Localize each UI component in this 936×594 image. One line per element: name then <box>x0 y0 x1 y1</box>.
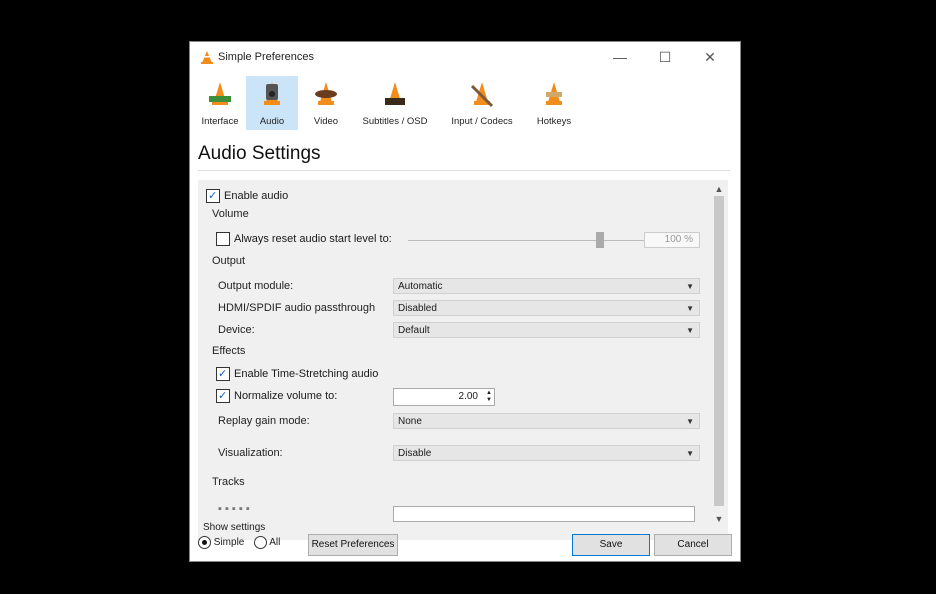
tab-video[interactable]: Video <box>304 76 348 130</box>
chevron-down-icon: ▼ <box>686 304 694 313</box>
preferences-window: Simple Preferences — ☐ ✕ Interface Audio… <box>190 42 740 561</box>
save-button[interactable]: Save <box>572 534 650 556</box>
simple-radio-label: Simple <box>213 537 245 549</box>
device-value: Default <box>398 325 430 336</box>
tab-hotkeys[interactable]: Hotkeys <box>528 76 580 130</box>
tab-subtitles-label: Subtitles / OSD <box>362 116 428 127</box>
vlc-cone-icon <box>201 51 213 64</box>
visualization-label: Visualization: <box>218 447 283 459</box>
replay-gain-label: Replay gain mode: <box>218 415 310 427</box>
scrollbar-thumb[interactable] <box>714 196 724 506</box>
reset-level-row[interactable]: Always reset audio start level to: <box>216 229 392 249</box>
tab-subtitles-osd[interactable]: Subtitles / OSD <box>354 76 436 130</box>
normalize-spinbox[interactable]: 2.00 ▲ ▼ <box>393 388 495 406</box>
input-codecs-icon <box>470 82 494 108</box>
tab-audio-label: Audio <box>259 116 285 127</box>
all-radio-row[interactable]: All <box>254 536 280 549</box>
output-module-value: Automatic <box>398 281 443 292</box>
enable-audio-label: Enable audio <box>224 190 289 202</box>
output-module-select[interactable]: Automatic ▼ <box>393 278 700 294</box>
subtitles-icon <box>385 82 405 105</box>
chevron-down-icon: ▼ <box>686 282 694 291</box>
maximize-button[interactable]: ☐ <box>645 42 685 72</box>
title-bar[interactable]: Simple Preferences — ☐ ✕ <box>190 42 740 72</box>
tracks-section-label: Tracks <box>212 476 245 488</box>
passthrough-value: Disabled <box>398 303 437 314</box>
minimize-button[interactable]: — <box>600 42 640 72</box>
chevron-down-icon: ▼ <box>686 326 694 335</box>
tab-hotkeys-label: Hotkeys <box>536 116 572 127</box>
page-title: Audio Settings <box>198 143 321 164</box>
time-stretch-label: Enable Time-Stretching audio <box>234 368 379 380</box>
hotkeys-icon <box>546 82 562 105</box>
tab-input-label: Input / Codecs <box>451 116 513 127</box>
visualization-select[interactable]: Disable ▼ <box>393 445 700 461</box>
time-stretch-row[interactable]: Enable Time-Stretching audio <box>216 364 378 384</box>
device-select[interactable]: Default ▼ <box>393 322 700 338</box>
volume-section-label: Volume <box>212 208 249 220</box>
chevron-down-icon: ▼ <box>686 449 694 458</box>
enable-audio-checkbox[interactable] <box>206 186 220 206</box>
tab-interface[interactable]: Interface <box>198 76 242 130</box>
partial-field[interactable] <box>393 506 695 522</box>
simple-radio-row[interactable]: Simple <box>198 536 244 549</box>
show-settings-label: Show settings <box>203 522 266 533</box>
passthrough-select[interactable]: Disabled ▼ <box>393 300 700 316</box>
output-section-label: Output <box>212 255 246 267</box>
partial-row-label: ▪ ▪ ▪ ▪ ▪ <box>218 503 250 515</box>
normalize-row[interactable]: Normalize volume to: <box>216 386 337 406</box>
volume-slider-handle[interactable] <box>596 232 604 248</box>
tab-video-label: Video <box>313 116 339 127</box>
output-module-label: Output module: <box>218 280 294 292</box>
divider <box>198 170 730 171</box>
cancel-button[interactable]: Cancel <box>654 534 732 556</box>
chevron-down-icon: ▼ <box>686 417 694 426</box>
video-icon <box>315 82 337 105</box>
effects-section-label: Effects <box>212 345 246 357</box>
bottom-bar: Show settings Simple All Reset Preferenc… <box>190 522 740 561</box>
close-button[interactable]: ✕ <box>690 42 730 72</box>
scroll-up-icon[interactable]: ▲ <box>710 182 728 196</box>
simple-radio[interactable] <box>198 536 211 549</box>
tab-input-codecs[interactable]: Input / Codecs <box>442 76 522 130</box>
passthrough-label: HDMI/SPDIF audio passthrough <box>218 302 376 314</box>
window-title: Simple Preferences <box>218 51 314 63</box>
replay-gain-value: None <box>398 416 422 427</box>
audio-icon <box>264 82 280 105</box>
enable-audio-row[interactable]: Enable audio <box>206 186 288 206</box>
reset-level-checkbox[interactable] <box>216 232 230 247</box>
settings-panel: Enable audio Volume Always reset audio s… <box>198 180 728 540</box>
all-radio[interactable] <box>254 536 267 549</box>
interface-icon <box>209 82 231 105</box>
spin-arrows-icon[interactable]: ▲ ▼ <box>486 390 492 404</box>
tab-audio[interactable]: Audio <box>246 76 298 130</box>
vertical-scrollbar[interactable]: ▲ ▼ <box>710 180 728 540</box>
volume-slider-track[interactable] <box>408 240 644 241</box>
normalize-label: Normalize volume to: <box>234 390 338 402</box>
normalize-value: 2.00 <box>458 391 478 402</box>
reset-level-label: Always reset audio start level to: <box>234 233 392 245</box>
device-label: Device: <box>218 324 255 336</box>
tab-interface-label: Interface <box>201 116 239 127</box>
reset-preferences-button[interactable]: Reset Preferences <box>308 534 398 556</box>
time-stretch-checkbox[interactable] <box>216 364 230 384</box>
visualization-value: Disable <box>398 448 432 459</box>
all-radio-label: All <box>269 537 281 549</box>
settings-content: Enable audio Volume Always reset audio s… <box>198 180 710 540</box>
normalize-checkbox[interactable] <box>216 386 230 406</box>
volume-value[interactable]: 100 % <box>644 232 700 248</box>
replay-gain-select[interactable]: None ▼ <box>393 413 700 429</box>
